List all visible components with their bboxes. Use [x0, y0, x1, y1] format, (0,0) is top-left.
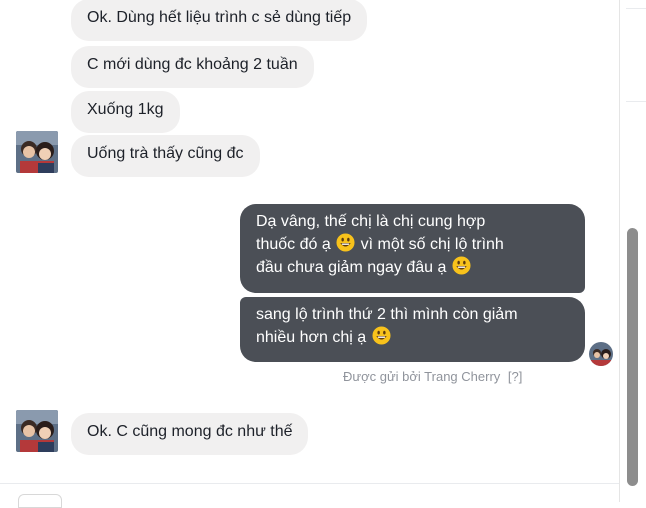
message-line: đầu chưa giảm ngay đâu ạ	[256, 256, 569, 279]
contact-avatar[interactable]	[16, 131, 58, 173]
avatar-image	[16, 410, 58, 452]
scrollbar-thumb[interactable]	[627, 228, 638, 486]
grinning-face-emoji-icon	[336, 233, 355, 252]
message-bubble-incoming[interactable]: Uống trà thấy cũng đc	[71, 135, 260, 177]
contact-avatar[interactable]	[16, 410, 58, 452]
sent-by-help-link[interactable]: [?]	[508, 369, 522, 384]
composer-button-edge[interactable]	[18, 494, 62, 508]
pane-divider	[626, 101, 646, 102]
seen-avatar	[589, 342, 613, 366]
message-line: Dạ vâng, thế chị là chị cung hợp	[256, 213, 486, 230]
seen-avatar-image	[589, 342, 613, 366]
message-line: thuốc đó ạ vì một số chị lộ trình	[256, 233, 569, 256]
message-bubble-incoming[interactable]: Xuống 1kg	[71, 91, 180, 133]
composer-divider	[0, 483, 620, 484]
sent-by-label: Được gửi bởi Trang Cherry [?]	[343, 369, 522, 384]
message-bubble-outgoing[interactable]: Dạ vâng, thế chị là chị cung hợp thuốc đ…	[240, 204, 585, 293]
message-bubble-outgoing[interactable]: sang lộ trình thứ 2 thì mình còn giảm nh…	[240, 297, 585, 362]
message-line: sang lộ trình thứ 2 thì mình còn giảm	[256, 306, 518, 323]
message-bubble-incoming[interactable]: C mới dùng đc khoảng 2 tuần	[71, 46, 314, 88]
scrollbar-track[interactable]	[619, 0, 646, 502]
message-bubble-incoming[interactable]: Ok. C cũng mong đc như thế	[71, 413, 309, 455]
message-bubble-incoming[interactable]: Ok. Dùng hết liệu trình c sẻ dùng tiếp	[71, 0, 368, 41]
avatar-image	[16, 131, 58, 173]
grinning-face-emoji-icon	[372, 326, 391, 345]
sent-by-text: Được gửi bởi Trang Cherry	[343, 369, 501, 384]
message-line: nhiều hơn chị ạ	[256, 326, 569, 349]
pane-divider	[626, 8, 646, 9]
grinning-face-emoji-icon	[452, 256, 471, 275]
